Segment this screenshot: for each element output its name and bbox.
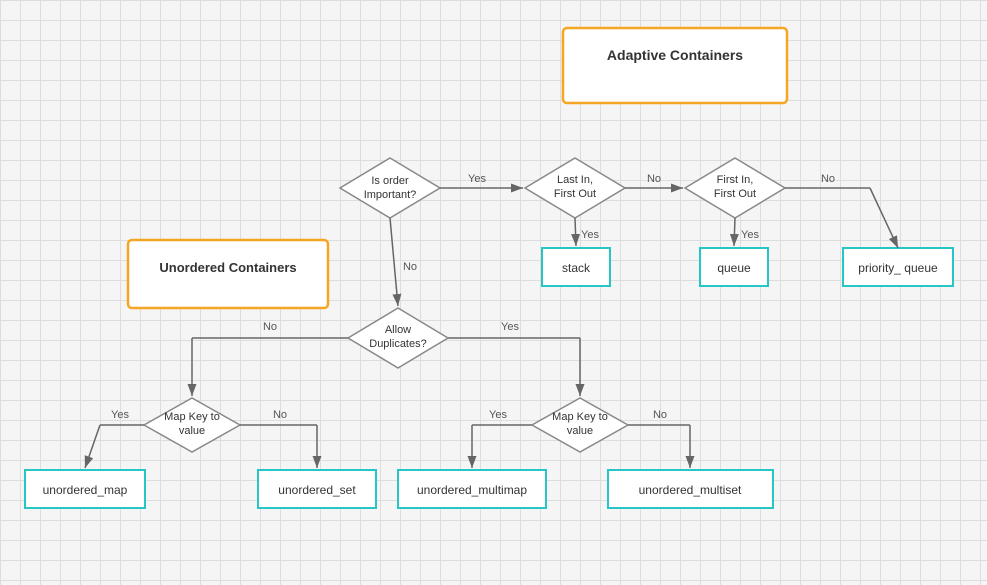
diagram-container: Adaptive Containers Unordered Containers… <box>0 0 987 585</box>
svg-text:No: No <box>647 173 661 185</box>
svg-text:First Out: First Out <box>554 188 596 200</box>
svg-text:Is order: Is order <box>371 175 409 187</box>
svg-text:Yes: Yes <box>489 409 507 421</box>
svg-text:No: No <box>653 409 667 421</box>
svg-text:Yes: Yes <box>468 173 486 185</box>
svg-text:No: No <box>403 261 417 273</box>
adaptive-containers-label: Adaptive Containers <box>607 47 743 63</box>
svg-text:Map Key to: Map Key to <box>552 411 608 423</box>
is-order-diamond <box>340 158 440 218</box>
unordered-containers-label: Unordered Containers <box>159 260 296 275</box>
svg-text:First Out: First Out <box>714 188 756 200</box>
priority-queue-label: priority_ queue <box>858 261 938 275</box>
unordered-multiset-label: unordered_multiset <box>639 483 742 497</box>
unordered-set-label: unordered_set <box>278 483 356 497</box>
svg-text:Yes: Yes <box>741 229 759 241</box>
svg-text:Map Key to: Map Key to <box>164 411 220 423</box>
svg-text:Duplicates?: Duplicates? <box>369 338 426 350</box>
svg-text:value: value <box>567 425 593 437</box>
unordered-multimap-label: unordered_multimap <box>417 483 527 497</box>
arrow-order-no-dupl <box>390 218 398 306</box>
svg-text:Yes: Yes <box>581 229 599 241</box>
unordered-map-label: unordered_map <box>43 483 128 497</box>
svg-text:No: No <box>821 173 835 185</box>
arrow-fifo-no-down <box>870 188 898 248</box>
svg-text:Allow: Allow <box>385 324 411 336</box>
svg-text:First In,: First In, <box>717 174 754 186</box>
queue-label: queue <box>717 261 751 275</box>
diagram-svg: Adaptive Containers Unordered Containers… <box>0 0 987 585</box>
arrow-fifo-yes-queue <box>734 218 735 246</box>
stack-label: stack <box>562 261 591 275</box>
svg-text:Last In,: Last In, <box>557 174 593 186</box>
svg-text:Yes: Yes <box>501 321 519 333</box>
svg-text:No: No <box>273 409 287 421</box>
svg-text:value: value <box>179 425 205 437</box>
svg-text:Important?: Important? <box>364 189 417 201</box>
arrow-lifo-yes-stack <box>575 218 576 246</box>
svg-text:Yes: Yes <box>111 409 129 421</box>
svg-text:No: No <box>263 321 277 333</box>
arrow-mapkey-left-yes-down <box>85 425 100 468</box>
